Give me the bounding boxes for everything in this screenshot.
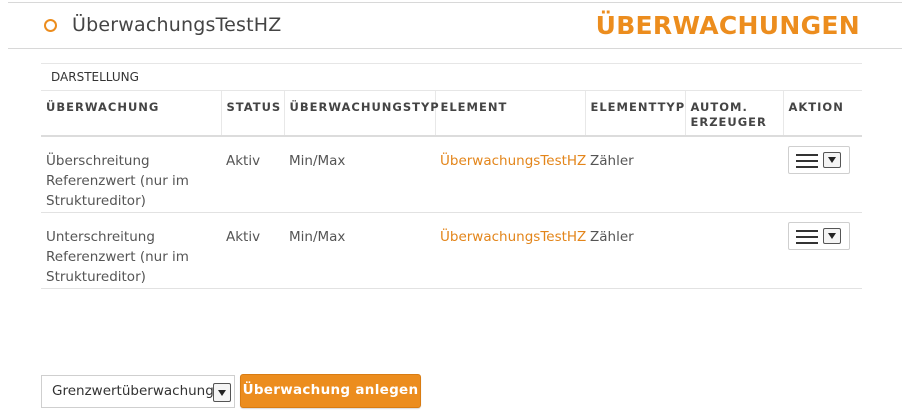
- monitoring-type-cell: Min/Max: [284, 212, 435, 289]
- action-menu-button[interactable]: [788, 146, 850, 174]
- column-header-action: AKTION: [782, 91, 862, 137]
- element-link[interactable]: ÜberwachungsTestHZ: [435, 212, 586, 289]
- action-cell: [783, 212, 862, 289]
- chevron-down-icon: [213, 383, 231, 402]
- create-monitoring-button[interactable]: Überwachung anlegen: [240, 374, 421, 408]
- monitoring-name: Überschreitung Referenzwert (nur im Stru…: [41, 136, 221, 213]
- column-header-monitoring-type[interactable]: ÜBERWACHUNGSTYP: [283, 91, 439, 137]
- monitoring-type-select[interactable]: Grenzwertüberwachung: [41, 375, 235, 408]
- select-value: Grenzwertüberwachung: [52, 383, 214, 399]
- column-header-status[interactable]: STATUS: [220, 91, 284, 137]
- status-cell: Aktiv: [221, 136, 284, 213]
- menu-icon: [796, 229, 818, 244]
- table-row: Unterschreitung Referenzwert (nur im Str…: [41, 212, 862, 289]
- action-cell: [783, 136, 862, 213]
- auto-creator-cell: [685, 212, 783, 289]
- monitoring-type-cell: Min/Max: [284, 136, 435, 213]
- circle-icon: [44, 19, 57, 32]
- table-header-row: ÜBERWACHUNG STATUS ÜBERWACHUNGSTYP ELEME…: [41, 91, 862, 137]
- page-header: ÜberwachungsTestHZ ÜBERWACHUNGEN: [8, 3, 902, 49]
- column-header-element[interactable]: ELEMENT: [434, 91, 585, 137]
- action-menu-button[interactable]: [788, 221, 850, 250]
- section-title: ÜBERWACHUNGEN: [595, 11, 860, 40]
- column-header-auto-creator[interactable]: AUTOM. ERZEUGER: [684, 91, 783, 137]
- chevron-down-icon: [823, 152, 841, 168]
- monitoring-table: ÜBERWACHUNG STATUS ÜBERWACHUNGSTYP ELEME…: [41, 91, 862, 289]
- monitoring-name: Unterschreitung Referenzwert (nur im Str…: [41, 212, 221, 289]
- element-link[interactable]: ÜberwachungsTestHZ: [435, 136, 586, 213]
- column-header-element-type[interactable]: ELEMENTTYP: [584, 91, 685, 137]
- panel-title: DARSTELLUNG: [41, 63, 862, 91]
- chevron-down-icon: [823, 227, 841, 244]
- status-cell: Aktiv: [221, 212, 284, 289]
- element-type-cell: Zähler: [585, 212, 685, 289]
- auto-creator-cell: [685, 136, 783, 213]
- table-row: Überschreitung Referenzwert (nur im Stru…: [41, 136, 862, 213]
- page-title: ÜberwachungsTestHZ: [72, 14, 282, 36]
- element-type-cell: Zähler: [585, 136, 685, 213]
- monitoring-panel: DARSTELLUNG ÜBERWACHUNG STATUS ÜBERWACHU…: [41, 63, 862, 289]
- menu-icon: [796, 154, 818, 168]
- column-header-monitoring[interactable]: ÜBERWACHUNG: [41, 91, 221, 137]
